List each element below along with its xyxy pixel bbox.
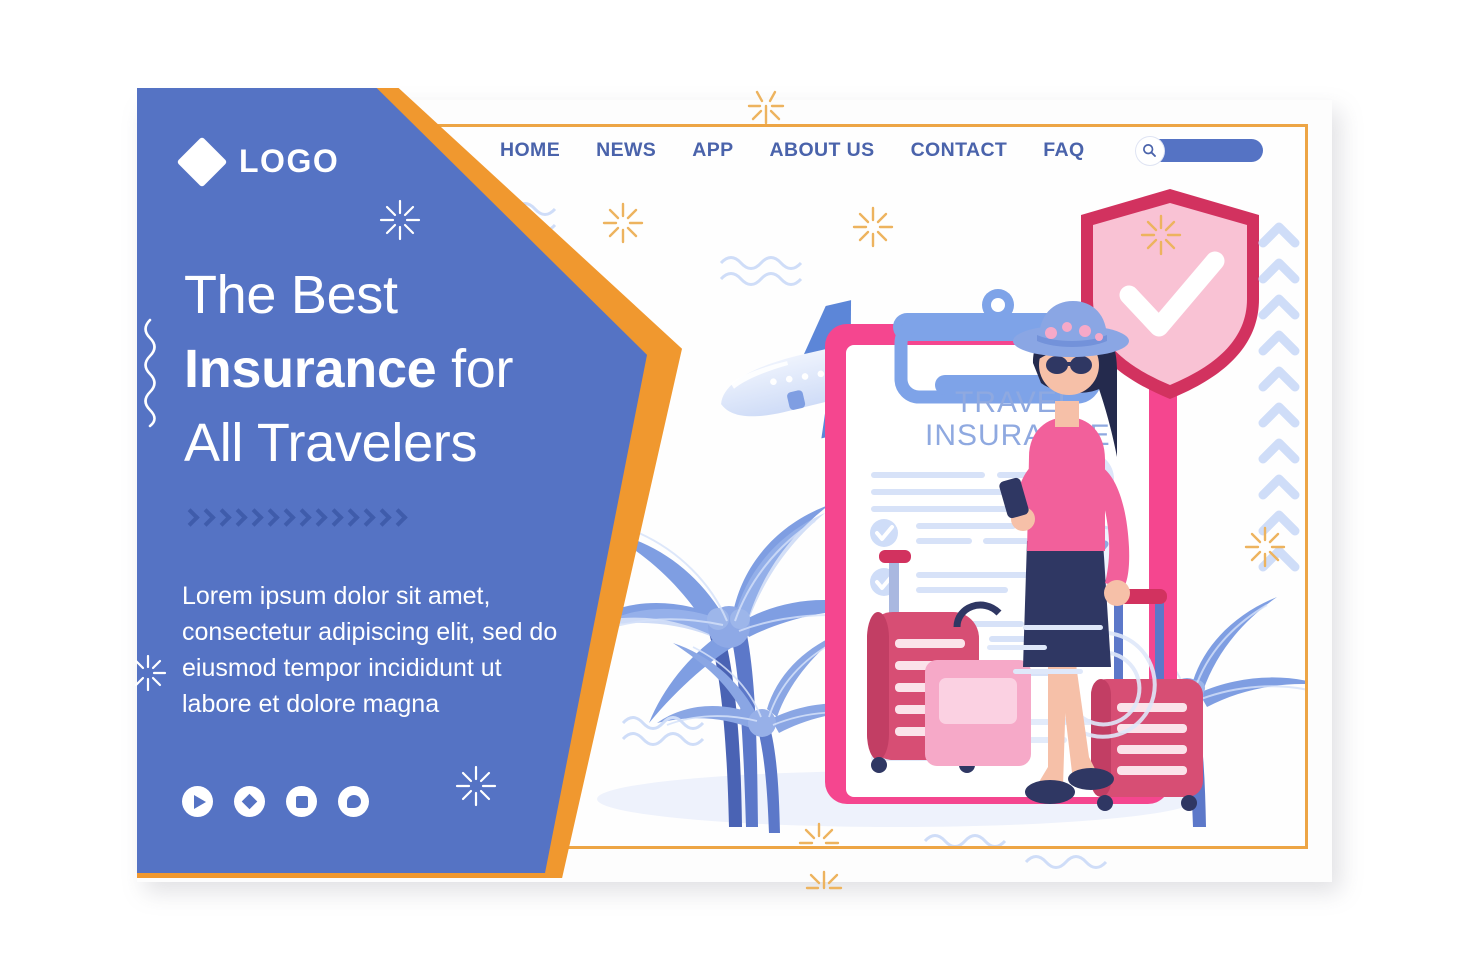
nav-item-contact[interactable]: CONTACT (911, 139, 1008, 162)
hero-paragraph: Lorem ipsum dolor sit amet, consectetur … (182, 582, 558, 718)
nav-item-home[interactable]: HOME (500, 139, 560, 162)
square-icon[interactable] (286, 786, 317, 817)
headline-line2-bold: Insurance (184, 339, 437, 399)
search-icon[interactable] (1135, 136, 1164, 165)
headline-line2-normal: for (436, 339, 514, 399)
logo[interactable]: LOGO (176, 136, 340, 187)
nav-item-faq[interactable]: FAQ (1043, 139, 1084, 162)
main-navigation: HOME NEWS APP ABOUT US CONTACT FAQ (500, 136, 1263, 165)
chat-icon[interactable] (338, 786, 369, 817)
sparkle-panel (134, 654, 167, 692)
diamond-icon-social[interactable] (234, 786, 265, 817)
headline-line3: All Travelers (184, 413, 478, 473)
social-icons (182, 786, 369, 817)
play-icon[interactable] (182, 786, 213, 817)
chevron-divider (182, 508, 405, 530)
nav-item-app[interactable]: APP (692, 139, 733, 162)
headline-line1: The Best (184, 265, 398, 325)
diamond-icon (176, 136, 228, 187)
logo-text: LOGO (239, 143, 340, 179)
search-input[interactable] (1135, 136, 1263, 165)
nav-item-about-us[interactable]: ABOUT US (770, 139, 875, 162)
page-title: The Best Insurance for All Travelers (184, 258, 514, 480)
squiggle-decoration (144, 318, 156, 428)
chevron-column (1258, 222, 1300, 572)
poster-canvas: TRAVEL INSURANCE HOME NEWS APP ABOUT US … (0, 0, 1470, 980)
nav-item-news[interactable]: NEWS (596, 139, 656, 162)
